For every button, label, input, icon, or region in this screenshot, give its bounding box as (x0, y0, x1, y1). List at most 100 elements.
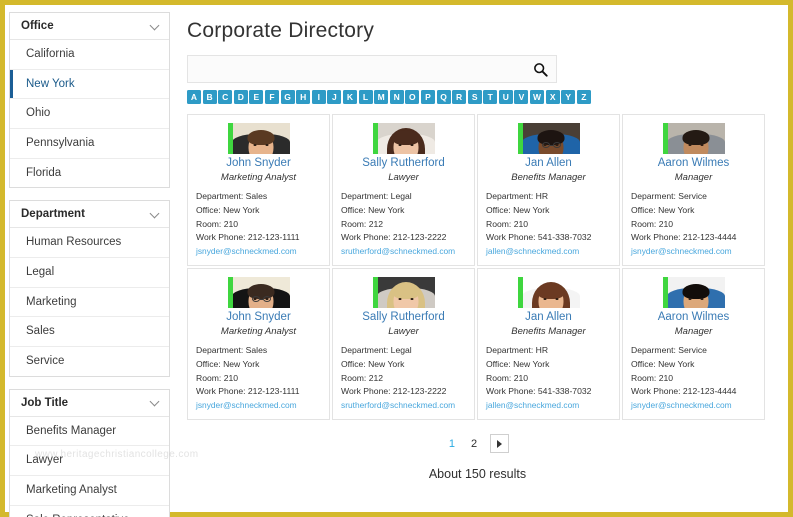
person-office: Office: New York (196, 204, 260, 215)
person-card[interactable]: Aaron Wilmes Manager Deparment: Service Off… (622, 268, 765, 420)
facet-header-office[interactable]: Office (10, 13, 169, 40)
person-card[interactable]: Jan Allen Benefits Manager Department: HR O… (477, 268, 620, 420)
alpha-letter-a[interactable]: A (187, 90, 201, 104)
person-job-title: Manager (674, 172, 713, 184)
avatar-photo (232, 123, 290, 155)
alpha-letter-m[interactable]: M (374, 90, 389, 104)
alpha-letter-k[interactable]: K (342, 90, 357, 104)
person-room: Room: 210 (486, 372, 529, 383)
person-card[interactable]: John Snyder Marketing Analyst Department: … (187, 268, 330, 420)
avatar (372, 277, 435, 309)
person-name-link[interactable]: Aaron Wilmes (658, 311, 730, 325)
person-name-link[interactable]: Sally Rutherford (362, 311, 444, 325)
facet-item-ohio[interactable]: Ohio (10, 99, 169, 130)
person-card[interactable]: Jan Allen Benefits Manager Department: HR O… (477, 114, 620, 266)
avatar (227, 123, 290, 155)
person-job-title: Marketing Analyst (220, 326, 297, 338)
facet-item-marketing-analyst[interactable]: Marketing Analyst (10, 476, 169, 506)
person-card[interactable]: Sally Rutherford Lawyer Department: Legal O… (332, 114, 475, 266)
alpha-letter-n[interactable]: N (389, 90, 404, 104)
alpha-letter-y[interactable]: Y (561, 90, 576, 104)
person-email-link[interactable]: jsnyder@schneckmed.com (196, 399, 322, 412)
person-name-link[interactable]: John Snyder (226, 157, 291, 171)
person-department: Department: Sales (196, 191, 268, 202)
search-button[interactable] (529, 58, 551, 80)
alpha-letter-e[interactable]: E (249, 90, 264, 104)
facet-item-sale-representative[interactable]: Sale Representative (10, 506, 169, 517)
person-department: Deparment: Service (631, 191, 707, 202)
facet-item-service[interactable]: Service (10, 347, 169, 376)
person-job-title: Manager (674, 326, 713, 338)
alpha-letter-g[interactable]: G (280, 90, 295, 104)
person-card[interactable]: Sally Rutherford Lawyer Department: Legal O… (332, 268, 475, 420)
person-email-link[interactable]: jsnyder@schneckmed.com (196, 245, 322, 258)
alpha-letter-w[interactable]: W (530, 90, 545, 104)
alpha-letter-s[interactable]: S (467, 90, 482, 104)
facet-item-marketing[interactable]: Marketing (10, 288, 169, 318)
person-email-link[interactable]: jallen@schneckmed.com (486, 399, 612, 412)
alpha-letter-x[interactable]: X (545, 90, 560, 104)
person-office: Office: New York (631, 204, 695, 215)
page-number-1[interactable]: 1 (446, 436, 458, 452)
person-email-link[interactable]: srutherford@schneckmed.com (341, 245, 467, 258)
facet-item-sales[interactable]: Sales (10, 317, 169, 348)
avatar (517, 277, 580, 309)
facet-item-florida[interactable]: Florida (10, 159, 169, 188)
person-room: Room: 210 (631, 218, 674, 229)
alpha-letter-j[interactable]: J (327, 90, 342, 104)
person-name-link[interactable]: Jan Allen (525, 157, 572, 171)
facet-item-benefits-manager[interactable]: Benefits Manager (10, 417, 169, 447)
alpha-letter-r[interactable]: R (452, 90, 467, 104)
facet-item-new-york[interactable]: New York (10, 69, 169, 100)
search-row (187, 55, 557, 83)
facet-item-lawyer[interactable]: Lawyer (10, 446, 169, 477)
page-title: Corporate Directory (187, 19, 375, 42)
person-card[interactable]: John Snyder Marketing Analyst Department: … (187, 114, 330, 266)
person-room: Room: 212 (341, 218, 384, 229)
next-page-button[interactable] (490, 434, 510, 453)
person-name-link[interactable]: Sally Rutherford (362, 157, 444, 171)
avatar-photo (522, 123, 580, 155)
facet-header-department[interactable]: Department (10, 201, 169, 229)
facet-header-job-title[interactable]: Job Title (10, 389, 169, 417)
alpha-letter-d[interactable]: D (233, 90, 248, 104)
alpha-letter-c[interactable]: C (218, 90, 233, 104)
alpha-letter-h[interactable]: H (296, 90, 311, 104)
person-email-link[interactable]: jsnyder@schneckmed.com (631, 399, 757, 412)
page-number-2[interactable]: 2 (468, 436, 480, 452)
facet-item-legal[interactable]: Legal (10, 258, 169, 288)
facet-item-human-resources[interactable]: Human Resources (10, 228, 169, 259)
alpha-letter-u[interactable]: U (498, 90, 513, 104)
alpha-letter-o[interactable]: O (405, 90, 420, 104)
facet-title: Office (21, 20, 54, 32)
avatar-photo (667, 123, 725, 155)
alpha-letter-l[interactable]: L (358, 90, 373, 104)
alpha-letter-v[interactable]: V (514, 90, 529, 104)
person-details: Deparment: Service Office: New York Room: … (630, 344, 757, 412)
alpha-letter-p[interactable]: P (420, 90, 435, 104)
alpha-letter-b[interactable]: B (202, 90, 217, 104)
person-room: Room: 210 (196, 372, 239, 383)
person-email-link[interactable]: jsnyder@schneckmed.com (631, 245, 757, 258)
person-name-link[interactable]: John Snyder (226, 311, 291, 325)
facet-item-california[interactable]: California (10, 40, 169, 70)
person-office: Office: New York (486, 358, 550, 369)
avatar (662, 277, 725, 309)
chevron-down-icon (151, 22, 160, 31)
person-details: Department: Sales Office: New York Room: 2… (195, 190, 322, 258)
alpha-letter-i[interactable]: I (311, 90, 326, 104)
alpha-letter-q[interactable]: Q (436, 90, 451, 104)
person-email-link[interactable]: srutherford@schneckmed.com (341, 399, 467, 412)
chevron-down-icon (151, 210, 160, 219)
alpha-letter-z[interactable]: Z (576, 90, 591, 104)
alpha-letter-f[interactable]: F (264, 90, 279, 104)
person-card[interactable]: Aaron Wilmes Manager Deparment: Service Off… (622, 114, 765, 266)
person-department: Department: Legal (341, 191, 412, 202)
alpha-letter-t[interactable]: T (483, 90, 498, 104)
person-email-link[interactable]: jallen@schneckmed.com (486, 245, 612, 258)
facet-item-pennsylvania[interactable]: Pennsylvania (10, 129, 169, 159)
person-name-link[interactable]: Aaron Wilmes (658, 157, 730, 171)
search-input[interactable] (187, 55, 557, 83)
avatar-photo (377, 123, 435, 155)
person-name-link[interactable]: Jan Allen (525, 311, 572, 325)
